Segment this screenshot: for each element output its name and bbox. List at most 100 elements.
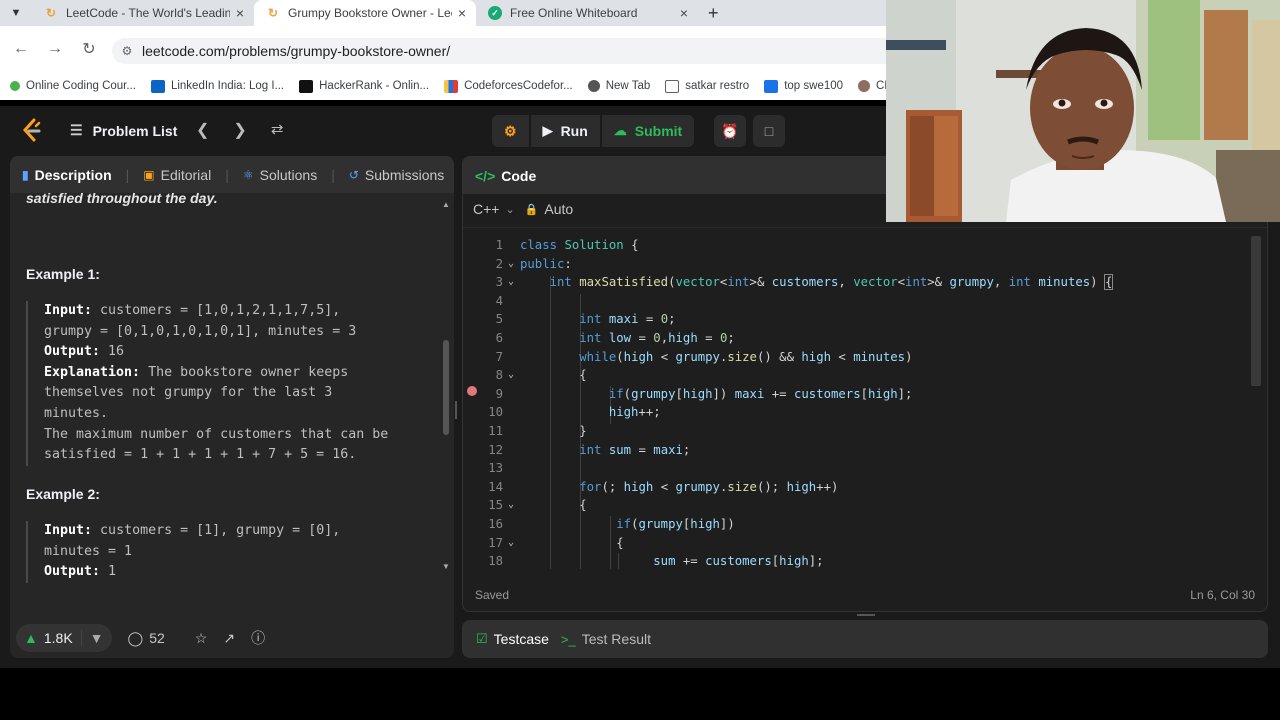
- bookmark-icon: [10, 81, 20, 91]
- mode-label[interactable]: Auto: [544, 201, 573, 217]
- favorite-star-icon[interactable]: ☆: [195, 630, 208, 647]
- explanation-text: The bookstore owner keeps: [140, 364, 349, 380]
- bookmark-item[interactable]: top swe100: [764, 79, 843, 93]
- fold-chevron-icon[interactable]: ⌄: [508, 534, 514, 553]
- code-line: 17 ⌄ {: [463, 534, 1253, 553]
- terminal-icon: >_: [560, 631, 576, 647]
- dislike-button[interactable]: ▼: [80, 630, 112, 646]
- help-icon[interactable]: ⓘ: [251, 628, 265, 648]
- scroll-thumb[interactable]: [443, 340, 449, 435]
- tab-testcase[interactable]: ☑ Testcase: [476, 631, 549, 647]
- leetcode-favicon-icon: ↻: [45, 6, 57, 20]
- bookmark-item[interactable]: New Tab: [587, 80, 650, 92]
- panel-resize-handle[interactable]: [455, 401, 457, 419]
- lock-icon: 🔒: [524, 203, 539, 216]
- like-dislike-group: ▲ 1.8K ▼: [16, 624, 112, 652]
- comment-icon: ◯: [127, 629, 144, 646]
- code-line: 9 if(grumpy[high]) maxi += customers[hig…: [495, 386, 913, 401]
- reload-icon[interactable]: ↻: [72, 39, 106, 59]
- scroll-up-icon[interactable]: ▲: [442, 200, 450, 209]
- new-tab-icon[interactable]: +: [708, 3, 719, 24]
- panel-resize-handle[interactable]: [857, 614, 875, 616]
- tab-editorial[interactable]: ▣ Editorial: [143, 167, 211, 183]
- close-tab-icon[interactable]: ×: [680, 5, 688, 21]
- bookmark-item[interactable]: CodeforcesCodefor...: [444, 79, 573, 93]
- close-tab-icon[interactable]: ×: [236, 5, 244, 21]
- run-button[interactable]: ▶ Run: [530, 115, 600, 147]
- webcam-overlay: [886, 0, 1280, 222]
- explanation-label: Explanation:: [44, 364, 141, 380]
- fold-chevron-icon[interactable]: ⌄: [508, 496, 514, 515]
- code-line: 15 ⌄ {: [463, 496, 1253, 515]
- description-panel: ▮ Description | ▣ Editorial | ⚛ Solutions |…: [10, 156, 454, 658]
- document-icon: ▮: [22, 167, 29, 182]
- description-tabs: ▮ Description | ▣ Editorial | ⚛ Solutions |…: [10, 156, 454, 193]
- submit-button[interactable]: ☁ Submit: [601, 115, 695, 147]
- leetcode-logo-icon[interactable]: [20, 118, 44, 144]
- bookmark-item[interactable]: LinkedIn India: Log I...: [150, 79, 284, 93]
- prev-problem-icon[interactable]: ❮: [196, 120, 209, 140]
- code-line: 11 }: [488, 424, 587, 438]
- scroll-down-icon[interactable]: ▼: [442, 562, 450, 571]
- site-info-icon[interactable]: ⚙: [112, 44, 142, 58]
- debug-icon: ⚙: [504, 122, 517, 139]
- whiteboard-favicon-icon: ✓: [488, 6, 502, 20]
- fold-chevron-icon[interactable]: ⌄: [508, 273, 514, 292]
- output-label: Output:: [44, 564, 101, 580]
- code-line: 16 if(grumpy[high]): [488, 517, 735, 531]
- book-icon: ▣: [143, 167, 155, 182]
- code-line: 2 ⌄ public:: [463, 255, 1253, 274]
- description-text: satisfied throughout the day.: [26, 190, 218, 206]
- code-line: 18 sum += customers[high];: [488, 554, 824, 569]
- browser-tab-leetcode-home[interactable]: ↻ LeetCode - The World's Leading ×: [32, 0, 254, 26]
- code-line: 7 while(high < grumpy.size() && high < m…: [495, 349, 913, 364]
- fold-chevron-icon[interactable]: ⌄: [508, 366, 514, 385]
- description-tail: satisfied throughout the day.: [26, 190, 436, 206]
- hackerrank-icon: [299, 79, 314, 93]
- bookmark-item[interactable]: Online Coding Cour...: [10, 80, 136, 92]
- tab-description[interactable]: ▮ Description: [22, 167, 112, 183]
- tab-search-icon[interactable]: ▼: [0, 2, 32, 24]
- codeforces-icon: [444, 79, 459, 93]
- input-label: Input:: [44, 523, 93, 538]
- timer-icon[interactable]: ⏰: [714, 115, 746, 147]
- close-tab-icon[interactable]: ×: [458, 5, 466, 21]
- bookmark-folder[interactable]: satkar restro: [665, 79, 749, 93]
- editor-scrollbar[interactable]: [1251, 236, 1261, 386]
- url-field[interactable]: ⚙ leetcode.com/problems/grumpy-bookstore…: [112, 38, 886, 64]
- tab-submissions[interactable]: ↺ Submissions: [349, 167, 444, 183]
- browser-tab-grumpy[interactable]: ↻ Grumpy Bookstore Owner - LeetCode ×: [254, 0, 476, 26]
- screen: ▼ ↻ LeetCode - The World's Leading × ↻ G…: [0, 0, 1280, 720]
- description-scrollbar[interactable]: ▲ ▼: [442, 200, 450, 571]
- browser-tab-bar: ▼ ↻ LeetCode - The World's Leading × ↻ G…: [0, 0, 886, 26]
- tab-solutions[interactable]: ⚛ Solutions: [243, 167, 317, 183]
- bookmark-item[interactable]: CP: [858, 80, 886, 92]
- input-label: Input:: [44, 303, 93, 318]
- input-value: minutes = 1: [44, 543, 133, 559]
- notes-icon[interactable]: □: [753, 115, 785, 147]
- bookmark-item[interactable]: HackerRank - Onlin...: [299, 79, 429, 93]
- shuffle-icon[interactable]: ⇄: [271, 120, 284, 140]
- save-status: Saved: [475, 588, 510, 602]
- share-icon[interactable]: ↗: [223, 630, 235, 647]
- code-line: 4: [495, 293, 503, 308]
- next-problem-icon[interactable]: ❯: [233, 120, 246, 140]
- comments-button[interactable]: ◯ 52: [128, 630, 165, 647]
- back-icon[interactable]: ←: [4, 40, 38, 58]
- tab-test-result[interactable]: >_ Test Result: [561, 631, 651, 647]
- code-line: 1 class Solution {: [495, 238, 639, 252]
- editor-status-bar: Saved Ln 6, Col 30: [463, 579, 1267, 611]
- fold-chevron-icon[interactable]: ⌄: [508, 255, 514, 274]
- language-select[interactable]: C++: [473, 201, 499, 217]
- code-line: 3 ⌄ int maxSatisfied(vector<int>& custome…: [463, 273, 1253, 292]
- code-editor[interactable]: 1 class Solution { 2 ⌄ public: 3 ⌄ int maxSa…: [463, 227, 1267, 569]
- forward-icon[interactable]: →: [38, 40, 72, 58]
- tab-title: Free Online Whiteboard: [510, 6, 638, 20]
- like-button[interactable]: ▲ 1.8K: [16, 630, 81, 646]
- problem-list-button[interactable]: ☰ Problem List: [70, 122, 177, 139]
- browser-tab-whiteboard[interactable]: ✓ Free Online Whiteboard ×: [476, 0, 698, 26]
- submit-label: Submit: [634, 123, 683, 139]
- debug-button[interactable]: ⚙: [492, 115, 529, 147]
- history-icon: ↺: [348, 167, 359, 182]
- run-controls: ⚙ ▶ Run ☁ Submit: [492, 115, 695, 147]
